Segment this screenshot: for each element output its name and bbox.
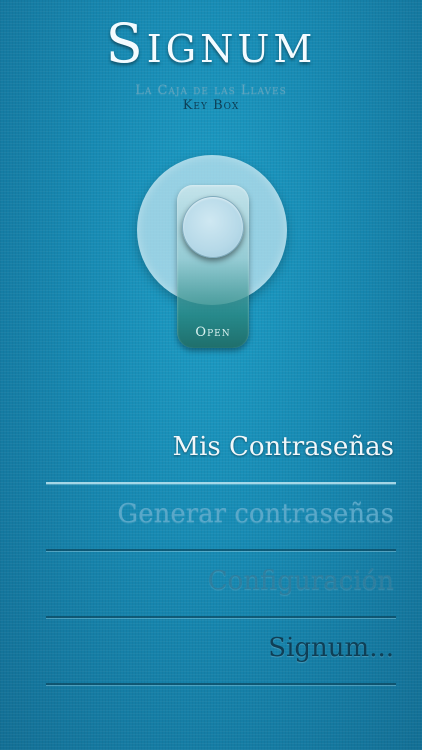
- app-header: Signum La Caja de las Llaves Key Box: [0, 12, 422, 113]
- unlock-slider[interactable]: Open: [137, 155, 287, 349]
- menu-item-label: Signum...: [268, 633, 394, 663]
- main-menu: Mis Contraseñas Generar contraseñas Conf…: [46, 418, 396, 686]
- menu-item-label: Generar contraseñas: [117, 499, 394, 529]
- app-title: Signum: [105, 12, 317, 75]
- menu-item-label: Mis Contraseñas: [172, 432, 394, 462]
- open-label: Open: [195, 325, 231, 340]
- menu-item-signum[interactable]: Signum...: [46, 619, 396, 685]
- menu-item-mis-contrasenas[interactable]: Mis Contraseñas: [46, 418, 396, 484]
- menu-item-generar-contrasenas[interactable]: Generar contraseñas: [46, 485, 396, 551]
- menu-item-configuracion[interactable]: Configuración: [46, 552, 396, 618]
- menu-item-label: Configuración: [207, 566, 394, 596]
- app-subtitle-english: Key Box: [182, 98, 240, 113]
- slider-knob[interactable]: [182, 196, 244, 258]
- app-subtitle: La Caja de las Llaves: [135, 83, 287, 98]
